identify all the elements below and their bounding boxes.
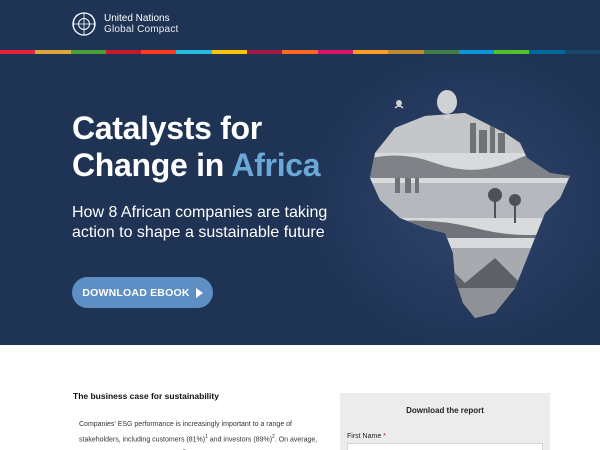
logo-line-2: Global Compact [104, 24, 179, 35]
sdg-color-segment [352, 50, 389, 54]
sdg-color-segment [176, 50, 212, 54]
sdg-color-segment [423, 50, 459, 54]
sdg-color-segment [0, 50, 36, 54]
sdg-color-segment [247, 50, 283, 54]
business-case-heading: The business case for sustainability [73, 391, 219, 401]
hero-subtitle: How 8 African companies are taking actio… [72, 204, 328, 241]
title-accent-word: Africa [231, 147, 321, 183]
sdg-color-segment [70, 50, 106, 54]
download-report-form: Download the report First Name * [340, 393, 550, 450]
sdg-color-bar [0, 50, 600, 54]
required-marker: * [381, 433, 386, 440]
sdg-color-segment [105, 50, 142, 54]
sdg-color-segment [35, 50, 71, 54]
un-global-compact-logo[interactable]: United Nations Global Compact [70, 9, 179, 39]
download-ebook-label: DOWNLOAD EBOOK [82, 286, 190, 299]
page-title: Catalysts for Change in Africa [72, 110, 392, 184]
sdg-color-segment [564, 50, 600, 54]
sdg-color-segment [458, 50, 495, 54]
sdg-color-segment [529, 50, 565, 54]
title-line-2-prefix: Change in [72, 147, 232, 183]
logo-line-1: United Nations [104, 13, 170, 24]
business-case-text-2: and investors (89%) [207, 436, 273, 444]
sdg-color-segment [211, 50, 248, 54]
business-case-section: The business case for sustainability Com… [0, 345, 600, 450]
africa-illustration [370, 90, 570, 318]
sdg-color-segment [317, 50, 353, 54]
sdg-color-segment [388, 50, 424, 54]
hero-section: United Nations Global Compact Catalysts … [0, 0, 600, 345]
form-title: Download the report [406, 406, 484, 415]
business-case-body: Companies' ESG performance is increasing… [79, 419, 329, 450]
un-emblem-icon [72, 12, 96, 36]
sdg-color-segment [141, 50, 177, 54]
first-name-label: First Name * [347, 433, 386, 440]
sdg-color-segment [494, 50, 530, 54]
title-line-1: Catalysts for [72, 110, 262, 146]
play-arrow-icon [195, 287, 203, 298]
download-ebook-button[interactable]: DOWNLOAD EBOOK [72, 277, 213, 308]
sdg-color-segment [282, 50, 318, 54]
first-name-input[interactable] [347, 443, 543, 450]
